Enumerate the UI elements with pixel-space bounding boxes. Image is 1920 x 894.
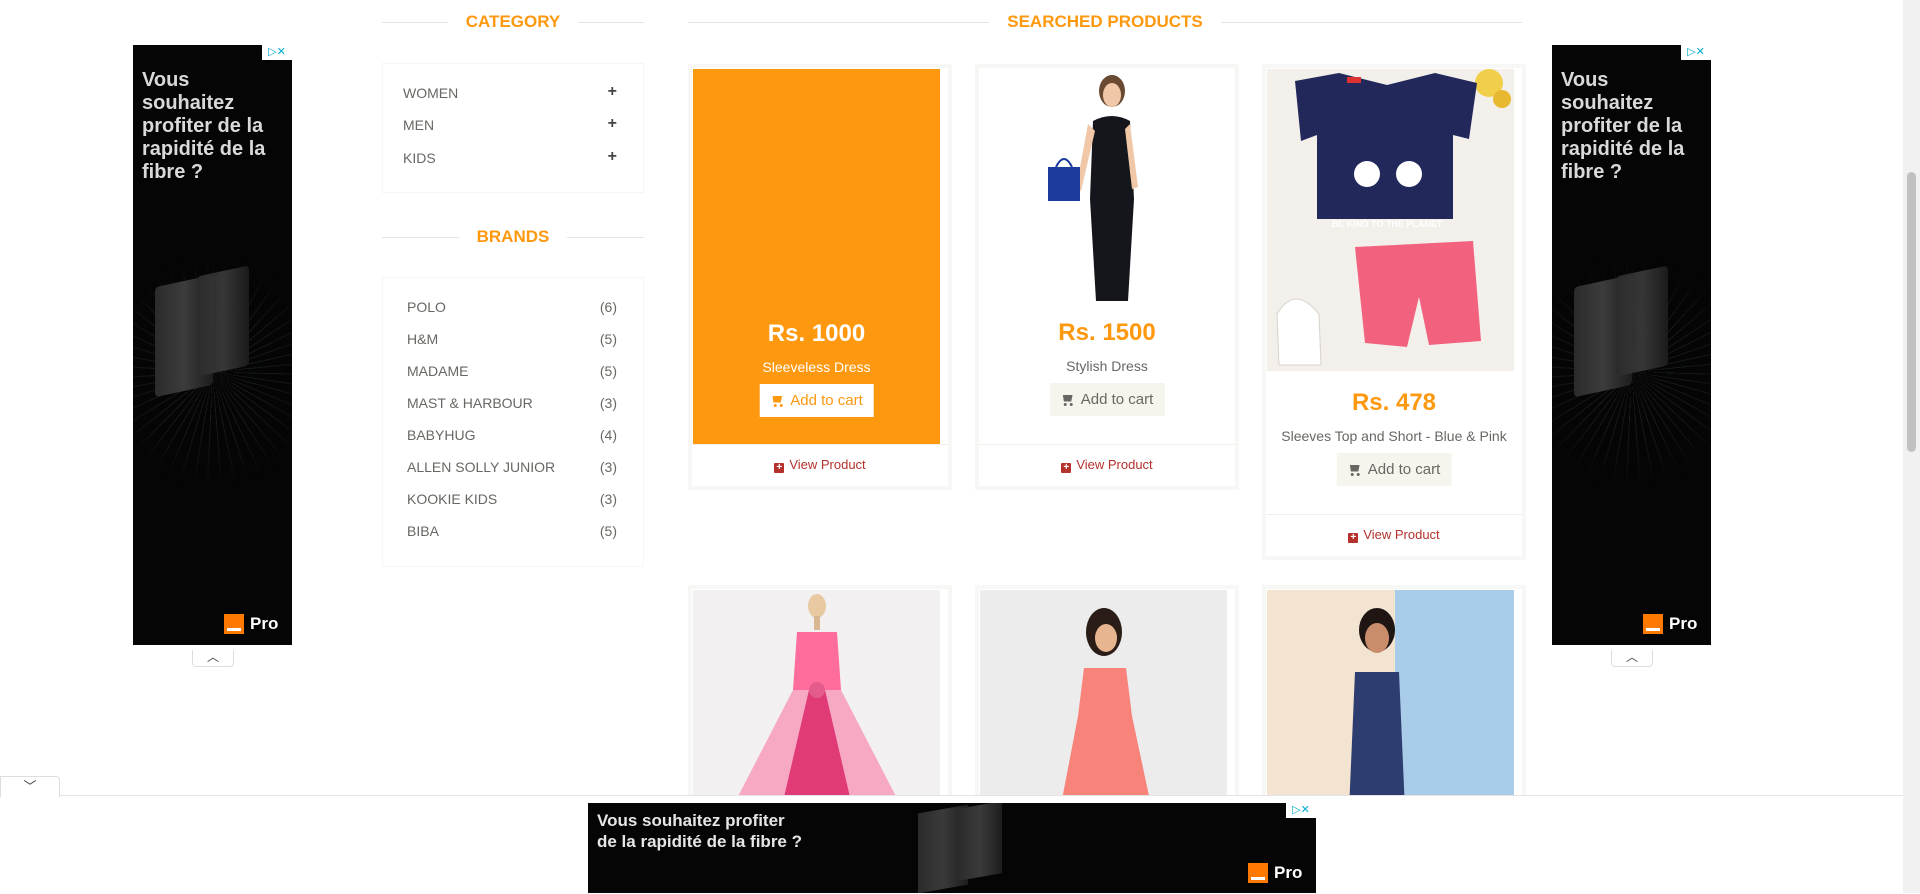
collapse-ad-button[interactable]: ︿: [1611, 650, 1653, 667]
product-image: [1267, 590, 1514, 810]
product-card[interactable]: [688, 585, 952, 813]
product-image: [693, 590, 940, 810]
brand-count: (3): [599, 459, 617, 475]
brand-item[interactable]: ALLEN SOLLY JUNIOR (3): [407, 459, 617, 477]
product-name: Stylish Dress: [1066, 358, 1148, 374]
brand-item[interactable]: BIBA (5): [407, 523, 617, 541]
chevron-up-icon: ︿: [1625, 650, 1638, 664]
view-product-link[interactable]: + View Product: [1266, 514, 1522, 555]
add-to-cart-button[interactable]: Add to cart: [1049, 383, 1165, 416]
brand-item[interactable]: MADAME (5): [407, 363, 617, 381]
product-price: Rs. 478: [1351, 389, 1437, 416]
view-product-link[interactable]: + View Product: [692, 444, 948, 485]
ad-headline: Vous souhaitez profiter de la rapidité d…: [142, 69, 266, 183]
bottom-banner-ad[interactable]: Vous souhaitez profiter de la rapidité d…: [588, 803, 1316, 893]
searched-products-heading: SEARCHED PRODUCTS: [688, 9, 1522, 35]
brand-count: (4): [599, 427, 617, 443]
chevron-up-icon: ︿: [206, 650, 219, 664]
adchoices-icon[interactable]: ▷✕: [1681, 45, 1711, 60]
plus-square-icon: +: [1348, 533, 1359, 543]
tshirt-print-text: BE KIND TO THE PLANET: [1332, 219, 1443, 229]
brands-panel: POLO (6) H&M (5) MADAME (5) MAST & HARBO…: [382, 277, 644, 567]
orange-pro-logo: Pro: [224, 614, 278, 634]
orange-logo-icon: [1643, 614, 1663, 634]
plus-square-icon: +: [1061, 463, 1072, 473]
category-item-kids[interactable]: KIDS +: [403, 148, 617, 170]
product-image: BE KIND TO THE PLANET: [1267, 69, 1514, 371]
adchoices-icon[interactable]: ▷✕: [262, 45, 292, 60]
router-image: [1616, 265, 1668, 377]
product-card[interactable]: Rs. 1500 Stylish Dress Add to cart + View…: [975, 64, 1239, 490]
add-to-cart-button[interactable]: Add to cart: [1336, 453, 1452, 486]
brand-item[interactable]: POLO (6): [407, 299, 617, 317]
brand-count: (3): [599, 491, 617, 507]
product-image: [980, 590, 1227, 810]
product-price: Rs. 1500: [1058, 319, 1156, 346]
product-image: [980, 69, 1227, 301]
ad-headline: Vous souhaitez profiter de la rapidité d…: [1561, 69, 1685, 183]
plus-square-icon: +: [774, 463, 785, 473]
orange-logo-icon: [224, 614, 244, 634]
product-name: Sleeves Top and Short - Blue & Pink: [1281, 428, 1507, 444]
collapse-bottom-ad-button[interactable]: ﹀: [0, 776, 60, 797]
product-card[interactable]: [975, 585, 1239, 813]
scrollbar-thumb[interactable]: [1907, 172, 1916, 452]
category-panel: WOMEN + MEN + KIDS +: [382, 63, 644, 193]
product-name: Sleeveless Dress: [762, 359, 871, 375]
brands-heading: BRANDS: [382, 224, 644, 250]
left-side-ad[interactable]: Vous souhaitez profiter de la rapidité d…: [133, 45, 292, 645]
shopping-cart-icon: [1348, 464, 1362, 476]
brand-count: (5): [599, 363, 617, 379]
brand-item[interactable]: BABYHUG (4): [407, 427, 617, 445]
brand-item[interactable]: H&M (5): [407, 331, 617, 349]
plus-icon[interactable]: +: [608, 83, 617, 101]
orange-pro-logo: Pro: [1643, 614, 1697, 634]
page-scrollbar[interactable]: [1903, 0, 1920, 893]
brand-count: (5): [599, 331, 617, 347]
brand-count: (3): [599, 395, 617, 411]
right-side-ad[interactable]: Vous souhaitez profiter de la rapidité d…: [1552, 45, 1711, 645]
category-item-men[interactable]: MEN +: [403, 115, 617, 137]
shopping-cart-icon: [770, 395, 784, 407]
product-price: Rs. 1000: [767, 320, 866, 347]
brand-count: (5): [599, 523, 617, 539]
brand-item[interactable]: KOOKIE KIDS (3): [407, 491, 617, 509]
router-image: [197, 265, 249, 377]
orange-pro-logo: Pro: [1248, 863, 1302, 883]
brand-count: (6): [599, 299, 617, 315]
plus-icon[interactable]: +: [608, 148, 617, 166]
collapse-ad-button[interactable]: ︿: [192, 650, 234, 667]
orange-logo-icon: [1248, 863, 1268, 883]
shopping-cart-icon: [1061, 394, 1075, 406]
chevron-down-icon: ﹀: [23, 779, 37, 794]
category-heading: CATEGORY: [382, 9, 644, 35]
add-to-cart-button[interactable]: Add to cart: [759, 384, 874, 417]
product-card[interactable]: Rs. 1000 Sleeveless Dress Add to cart + V…: [688, 64, 952, 490]
view-product-link[interactable]: + View Product: [979, 444, 1235, 485]
category-item-women[interactable]: WOMEN +: [403, 83, 617, 105]
adchoices-icon[interactable]: ▷✕: [1286, 803, 1316, 818]
product-hover-overlay: Rs. 1000 Sleeveless Dress Add to cart: [693, 69, 940, 444]
product-card[interactable]: BE KIND TO THE PLANET Rs. 478 Sleeves To…: [1262, 64, 1526, 560]
ad-headline: Vous souhaitez profiter de la rapidité d…: [597, 811, 802, 851]
brand-item[interactable]: MAST & HARBOUR (3): [407, 395, 617, 413]
plus-icon[interactable]: +: [608, 115, 617, 133]
product-card[interactable]: [1262, 585, 1526, 813]
router-image: [958, 803, 1002, 881]
